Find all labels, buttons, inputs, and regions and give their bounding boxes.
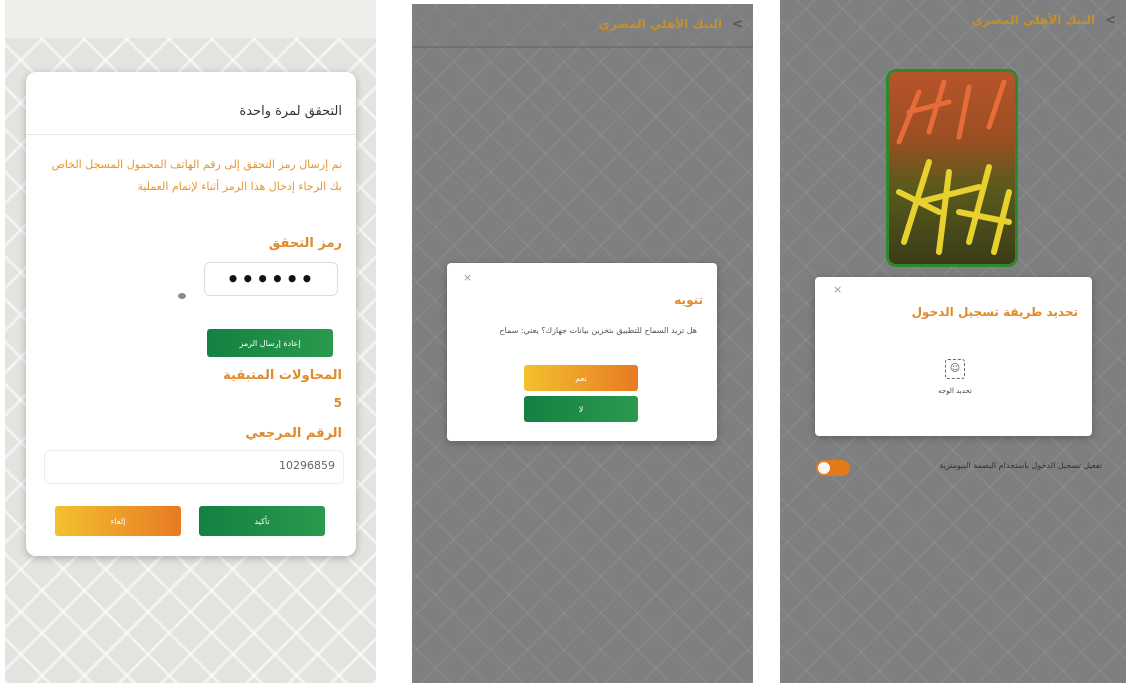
biometric-toggle-label: تفعيل تسجيل الدخول باستخدام البصمة البيو… [939,461,1102,470]
biometric-toggle[interactable] [816,460,850,476]
divider [26,134,356,135]
code-label: رمز التحقق [268,236,342,251]
otp-dialog: التحقق لمرة واحدة تم إرسال رمز التحقق إل… [26,72,356,556]
alert-screen: البنك الأهلي المصري < × تنويه هل تريد ال… [412,4,753,683]
attempts-value: 5 [333,396,342,410]
toggle-knob [818,462,830,474]
app-header: البنك الأهلي المصري < [780,0,1126,40]
otp-dialog-title: التحقق لمرة واحدة [239,104,342,119]
login-dialog-title: تحديد طريقة تسجيل الدخول [911,305,1078,319]
otp-screen: التحقق لمرة واحدة تم إرسال رمز التحقق إل… [5,0,376,683]
yes-button[interactable]: نعم [524,365,638,391]
face-id-icon: ☺ [945,359,965,379]
chevron-left-icon[interactable]: < [732,17,743,32]
reference-label: الرقم المرجعي [245,426,342,441]
alert-message: هل تريد السماح للتطبيق بتخزين بيانات جها… [499,326,697,335]
header-title: البنك الأهلي المصري [971,13,1096,27]
eye-icon[interactable] [178,293,186,299]
close-icon[interactable]: × [833,283,842,296]
app-header: البنك الأهلي المصري < [412,4,753,44]
biometric-toggle-row: تفعيل تسجيل الدخول باستخدام البصمة البيو… [816,458,1102,478]
face-id-option[interactable]: ☺ تحديد الوجه [925,359,985,407]
login-method-dialog: × تحديد طريقة تسجيل الدخول ☺ تحديد الوجه [815,277,1092,436]
otp-code-input[interactable]: •••••• [204,262,338,296]
alert-dialog: × تنويه هل تريد السماح للتطبيق بتخزين بي… [447,263,717,441]
face-id-label: تحديد الوجه [938,387,972,395]
no-button[interactable]: لا [524,396,638,422]
attempts-label: المحاولات المتبقية [223,368,342,383]
plant-photo [886,69,1018,267]
header-title: البنك الأهلي المصري [598,17,723,31]
resend-code-button[interactable]: إعادة إرسال الرمز [207,329,333,357]
top-bar [5,0,376,38]
reference-field: 10296859 [44,450,344,484]
header-divider [412,46,753,48]
close-icon[interactable]: × [463,271,472,284]
cancel-button[interactable]: إلغاء [55,506,181,536]
chevron-left-icon[interactable]: < [1105,13,1116,28]
otp-message: تم إرسال رمز التحقق إلى رقم الهاتف المحم… [51,158,342,193]
reference-value: 10296859 [279,459,335,472]
confirm-button[interactable]: تأكيد [199,506,325,536]
login-method-screen: البنك الأهلي المصري < × تحديد طريقة تسجي… [780,0,1126,683]
alert-dialog-title: تنويه [674,293,703,307]
